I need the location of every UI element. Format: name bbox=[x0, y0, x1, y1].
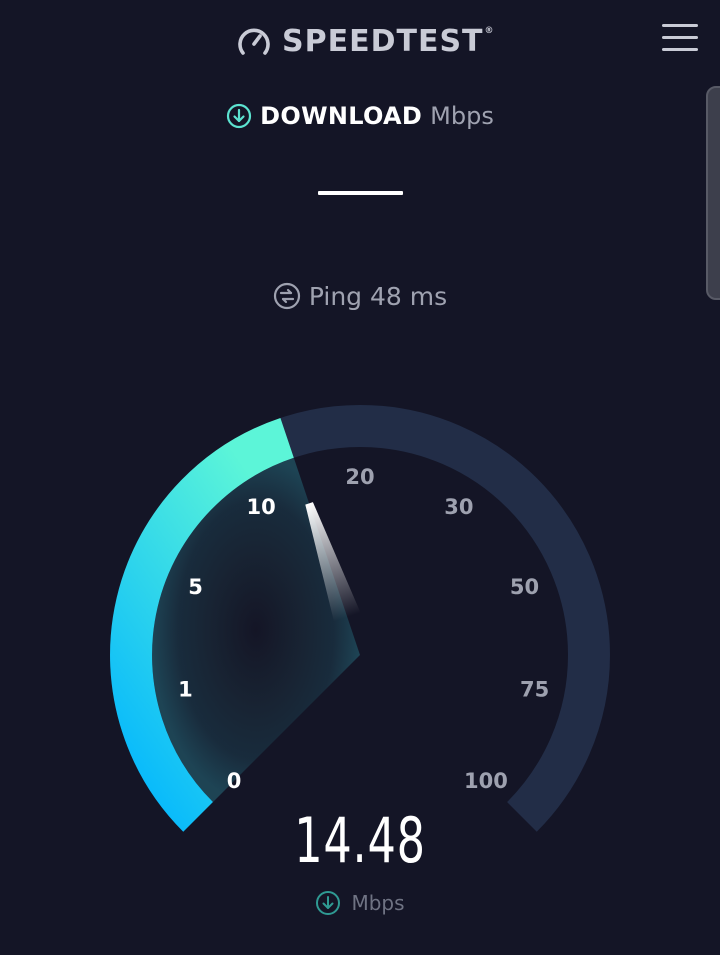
speed-unit-label: Mbps bbox=[351, 891, 405, 915]
gauge-tick-label: 1 bbox=[178, 678, 193, 702]
gauge-tick-label: 0 bbox=[227, 769, 242, 793]
gauge-tick-label: 100 bbox=[464, 769, 508, 793]
download-arrow-icon bbox=[316, 891, 341, 915]
gauge-tick-label: 75 bbox=[520, 678, 549, 702]
speedtest-screen: SPEEDTEST® DOWNLOAD Mbps Ping 48 ms 0 1 … bbox=[0, 0, 720, 955]
gauge-tick-label: 20 bbox=[345, 465, 374, 489]
gauge-tick-label: 10 bbox=[246, 495, 275, 519]
current-speed-unit: Mbps bbox=[0, 890, 720, 916]
gauge-tick-label: 30 bbox=[444, 495, 473, 519]
gauge-tick-label: 50 bbox=[510, 575, 539, 599]
gauge-tick-label: 5 bbox=[188, 575, 203, 599]
current-speed-value: 14.48 bbox=[294, 804, 426, 877]
